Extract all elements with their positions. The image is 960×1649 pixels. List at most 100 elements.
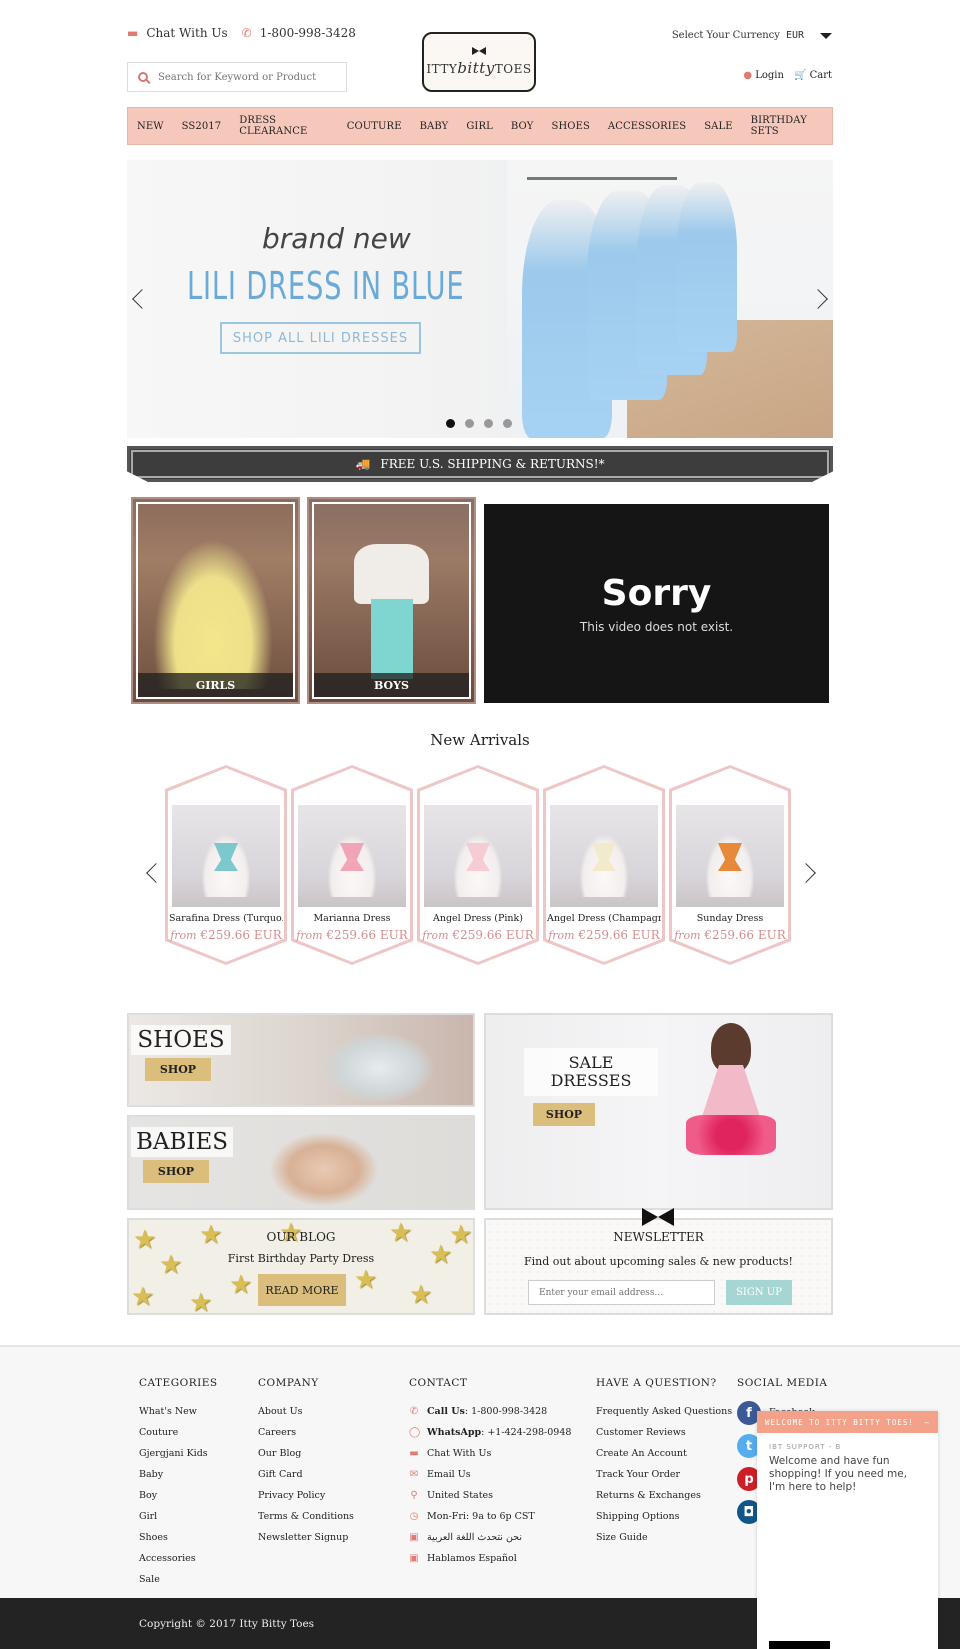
product-image[interactable] bbox=[424, 805, 532, 907]
product-name[interactable]: Marianna Dress bbox=[295, 913, 409, 924]
contact-item[interactable]: ⚲ United States bbox=[409, 1485, 571, 1506]
nav-item-baby[interactable]: BABY bbox=[411, 121, 458, 132]
footer-link[interactable]: Sale bbox=[139, 1569, 218, 1590]
nav-item-couture[interactable]: COUTURE bbox=[338, 121, 411, 132]
product-card[interactable]: Marianna Dress from €259.66 EUR bbox=[291, 765, 413, 965]
contact-text: Hablamos Español bbox=[427, 1553, 517, 1564]
product-image[interactable] bbox=[676, 805, 784, 907]
next-products-arrow-icon[interactable] bbox=[796, 863, 816, 883]
babies-shop-button[interactable]: SHOP bbox=[143, 1160, 209, 1183]
contact-item[interactable]: ✆ Call Us: 1-800-998-3428 bbox=[409, 1401, 571, 1422]
promo-sale-dresses[interactable]: SALE DRESSES SHOP bbox=[484, 1013, 833, 1210]
slide-dot-4[interactable] bbox=[503, 419, 512, 428]
read-more-button[interactable]: READ MORE bbox=[258, 1274, 346, 1306]
category-girls[interactable]: GIRLS bbox=[131, 497, 300, 704]
category-boys-label: BOYS bbox=[314, 673, 469, 697]
nav-item-girl[interactable]: GIRL bbox=[457, 121, 502, 132]
nav-item-accessories[interactable]: ACCESSORIES bbox=[599, 121, 695, 132]
nav-item-boy[interactable]: BOY bbox=[502, 121, 543, 132]
footer-link[interactable]: Gift Card bbox=[258, 1464, 354, 1485]
footer-link[interactable]: Boy bbox=[139, 1485, 218, 1506]
product-price: from €259.66 EUR bbox=[170, 928, 282, 942]
category-boys[interactable]: BOYS bbox=[307, 497, 476, 704]
footer-link[interactable]: What's New bbox=[139, 1401, 218, 1422]
currency-value: EUR bbox=[785, 30, 804, 41]
sign-up-button[interactable]: SIGN UP bbox=[726, 1280, 792, 1305]
nav-item-sale[interactable]: SALE bbox=[695, 121, 741, 132]
footer-link[interactable]: Privacy Policy bbox=[258, 1485, 354, 1506]
product-card[interactable]: Sarafina Dress (Turquo... from €259.66 EU… bbox=[165, 765, 287, 965]
minimize-icon[interactable]: — bbox=[924, 1418, 930, 1427]
nav-item-ss2017[interactable]: SS2017 bbox=[173, 121, 231, 132]
product-card[interactable]: Angel Dress (Champagn. from €259.66 EUR bbox=[543, 765, 665, 965]
currency-label: Select Your Currency bbox=[671, 30, 780, 41]
shipping-banner[interactable]: 🚚 FREE U.S. SHIPPING & RETURNS!* bbox=[127, 446, 833, 482]
prev-slide-arrow-icon[interactable] bbox=[132, 289, 152, 309]
product-name[interactable]: Angel Dress (Champagn. bbox=[547, 913, 661, 924]
footer-link[interactable]: Couture bbox=[139, 1422, 218, 1443]
logo[interactable]: ITTYbittyTOES bbox=[422, 32, 536, 92]
footer-link[interactable]: Frequently Asked Questions bbox=[596, 1401, 732, 1422]
footer-link[interactable]: Girl bbox=[139, 1506, 218, 1527]
contact-item[interactable]: ✉ Email Us bbox=[409, 1464, 571, 1485]
footer-link[interactable]: Gjergjani Kids bbox=[139, 1443, 218, 1464]
currency-selector[interactable]: Select Your Currency EUR bbox=[672, 30, 832, 41]
login-link[interactable]: ● Login bbox=[743, 70, 784, 81]
slide-dot-1[interactable] bbox=[446, 419, 455, 428]
footer-link[interactable]: Shipping Options bbox=[596, 1506, 732, 1527]
footer-link[interactable]: Customer Reviews bbox=[596, 1422, 732, 1443]
contact-item[interactable]: ▬ Chat With Us bbox=[409, 1443, 571, 1464]
phone-link[interactable]: 1-800-998-3428 bbox=[260, 26, 356, 40]
nav-item-dress-clearance[interactable]: DRESS CLEARANCE bbox=[230, 115, 337, 137]
product-image[interactable] bbox=[298, 805, 406, 907]
contact-item[interactable]: ▣ نحن نتحدث اللغة العربية bbox=[409, 1527, 571, 1548]
chat-widget[interactable]: WELCOME TO ITTY BITTY TOES! — IBT SUPPOR… bbox=[757, 1411, 938, 1649]
product-price: from €259.66 EUR bbox=[422, 928, 534, 942]
newsletter-email-input[interactable] bbox=[528, 1280, 715, 1305]
footer-link[interactable]: Track Your Order bbox=[596, 1464, 732, 1485]
product-image[interactable] bbox=[172, 805, 280, 907]
slide-dot-3[interactable] bbox=[484, 419, 493, 428]
blog-promo[interactable]: ★ ★ ★ ★ ★ ★ ★ ★ ★ ★ ★ ★ OUR BLOG First B… bbox=[127, 1218, 475, 1315]
cart-link[interactable]: 🛒 Cart bbox=[794, 70, 832, 81]
product-name[interactable]: Sarafina Dress (Turquo... bbox=[169, 913, 283, 924]
video-embed[interactable]: Sorry This video does not exist. bbox=[484, 504, 829, 703]
footer-link[interactable]: Baby bbox=[139, 1464, 218, 1485]
promo-shoes[interactable]: SHOES SHOP bbox=[127, 1013, 475, 1107]
slide-dot-2[interactable] bbox=[465, 419, 474, 428]
footer-link[interactable]: Our Blog bbox=[258, 1443, 354, 1464]
product-name[interactable]: Sunday Dress bbox=[673, 913, 787, 924]
chat-link[interactable]: Chat With Us bbox=[146, 26, 227, 40]
footer-link[interactable]: Terms & Conditions bbox=[258, 1506, 354, 1527]
shop-lili-dresses-button[interactable]: SHOP ALL LILI DRESSES bbox=[220, 322, 421, 354]
chat-input-bar[interactable] bbox=[769, 1641, 830, 1649]
product-card[interactable]: Angel Dress (Pink) from €259.66 EUR bbox=[417, 765, 539, 965]
nav-item-new[interactable]: NEW bbox=[128, 121, 173, 132]
product-card[interactable]: Sunday Dress from €259.66 EUR bbox=[669, 765, 791, 965]
promo-babies[interactable]: BABIES SHOP bbox=[127, 1115, 475, 1210]
footer-link[interactable]: Newsletter Signup bbox=[258, 1527, 354, 1548]
footer-link[interactable]: Shoes bbox=[139, 1527, 218, 1548]
contact-item[interactable]: ▣ Hablamos Español bbox=[409, 1548, 571, 1569]
contact-item[interactable]: ◯ WhatsApp: +1-424-298-0948 bbox=[409, 1422, 571, 1443]
chevron-down-icon[interactable] bbox=[820, 32, 832, 39]
footer-link[interactable]: Size Guide bbox=[596, 1527, 732, 1548]
footer-link[interactable]: Accessories bbox=[139, 1548, 218, 1569]
chat-header[interactable]: WELCOME TO ITTY BITTY TOES! — bbox=[757, 1411, 938, 1433]
blog-post-title[interactable]: First Birthday Party Dress bbox=[129, 1252, 473, 1265]
product-name[interactable]: Angel Dress (Pink) bbox=[421, 913, 535, 924]
footer-link[interactable]: About Us bbox=[258, 1401, 354, 1422]
nav-item-birthday-sets[interactable]: BIRTHDAY SETS bbox=[742, 115, 832, 137]
footer-link[interactable]: Create An Account bbox=[596, 1443, 732, 1464]
search-box[interactable] bbox=[127, 62, 347, 92]
sale-shop-button[interactable]: SHOP bbox=[533, 1103, 595, 1126]
footer-link[interactable]: Returns & Exchanges bbox=[596, 1485, 732, 1506]
prev-products-arrow-icon[interactable] bbox=[146, 863, 166, 883]
nav-item-shoes[interactable]: SHOES bbox=[543, 121, 599, 132]
search-input[interactable] bbox=[158, 71, 338, 83]
contact-item[interactable]: ◷ Mon-Fri: 9a to 6p CST bbox=[409, 1506, 571, 1527]
shoes-shop-button[interactable]: SHOP bbox=[145, 1058, 211, 1081]
footer-link[interactable]: Careers bbox=[258, 1422, 354, 1443]
search-icon[interactable] bbox=[138, 72, 148, 82]
product-image[interactable] bbox=[550, 805, 658, 907]
